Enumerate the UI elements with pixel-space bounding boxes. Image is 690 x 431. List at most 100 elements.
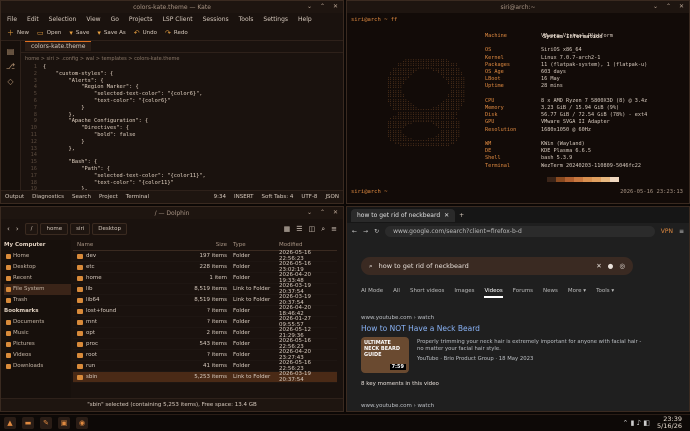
minimize-icon[interactable]: ⌄: [652, 3, 659, 10]
result-site-url-2[interactable]: www.youtube.com › watch: [361, 403, 434, 409]
bookmark-videos[interactable]: Videos: [4, 350, 71, 361]
places-item-desktop[interactable]: Desktop: [4, 262, 71, 273]
status-item[interactable]: Soft Tabs: 4: [262, 194, 294, 200]
clock[interactable]: 23:39 5/16/26: [657, 416, 682, 430]
task-dolphin-icon[interactable]: ▣: [58, 417, 70, 429]
menu-item-projects[interactable]: Projects: [129, 16, 153, 23]
minimize-icon[interactable]: ⌄: [306, 3, 313, 10]
terminal-prompt-2[interactable]: siri@arch ~: [351, 189, 387, 195]
app-launcher-icon[interactable]: ▲: [4, 417, 16, 429]
column-header[interactable]: Modified: [279, 242, 337, 248]
status-item[interactable]: 9:34: [214, 194, 226, 200]
tab-search[interactable]: how to get rid of neckbeard ✕: [351, 208, 456, 222]
url-bar[interactable]: www.google.com/search?client=firefox-b-d: [385, 225, 655, 237]
status-item[interactable]: INSERT: [234, 194, 253, 200]
close-icon[interactable]: ✕: [332, 3, 339, 10]
lens-icon[interactable]: ◎: [619, 262, 625, 270]
tab-colors-kate[interactable]: colors-kate.theme: [21, 41, 343, 53]
menu-item-go[interactable]: Go: [111, 16, 119, 23]
mic-icon[interactable]: ●: [608, 262, 614, 270]
breadcrumb-1[interactable]: home: [40, 223, 69, 235]
task-terminal-icon[interactable]: ▬: [22, 417, 34, 429]
view-list-icon[interactable]: ☰: [296, 225, 302, 233]
toolbar-redo-button[interactable]: ↷ Redo: [165, 29, 188, 37]
menu-item-file[interactable]: File: [7, 16, 17, 23]
status-item[interactable]: Search: [72, 194, 91, 200]
search-tab-2[interactable]: Short videos: [410, 288, 444, 298]
column-header[interactable]: Name: [73, 242, 193, 248]
close-icon[interactable]: ✕: [332, 209, 339, 216]
back-icon[interactable]: ‹: [7, 225, 10, 233]
task-kate-icon[interactable]: ✎: [40, 417, 52, 429]
new-tab-icon[interactable]: +: [459, 212, 464, 219]
search-icon[interactable]: ⌕: [321, 225, 325, 234]
menu-item-settings[interactable]: Settings: [263, 16, 288, 23]
task-browser-icon[interactable]: ◉: [76, 417, 88, 429]
search-tab-1[interactable]: All: [393, 288, 400, 298]
toolbar-save-button[interactable]: ▾ Save: [69, 29, 89, 37]
status-item[interactable]: Project: [99, 194, 118, 200]
search-tab-7[interactable]: More ▾: [568, 288, 586, 298]
search-tab-5[interactable]: Forums: [513, 288, 533, 298]
projects-icon[interactable]: ◇: [1, 77, 20, 86]
maximize-icon[interactable]: ⌃: [319, 209, 326, 216]
close-icon[interactable]: ✕: [678, 3, 685, 10]
documents-icon[interactable]: ▤: [1, 47, 20, 56]
menu-item-selection[interactable]: Selection: [49, 16, 77, 23]
bookmark-downloads[interactable]: Downloads: [4, 361, 71, 372]
tab-title[interactable]: how to get rid of neckbeard: [357, 212, 440, 219]
close-icon[interactable]: ✕: [444, 212, 449, 219]
search-tab-6[interactable]: News: [543, 288, 558, 298]
tray-icons[interactable]: ⌃ ▮ ♪ ◧: [623, 419, 650, 427]
status-item[interactable]: JSON: [325, 194, 339, 200]
column-header[interactable]: Type: [233, 242, 279, 248]
column-header[interactable]: Size: [193, 242, 233, 248]
search-tab-4[interactable]: Videos: [484, 288, 503, 298]
result-site-2[interactable]: www.youtube.com › watch: [361, 403, 434, 409]
toolbar-new-button[interactable]: ＋ New: [7, 28, 29, 38]
forward-icon[interactable]: →: [363, 228, 368, 235]
search-input[interactable]: how to get rid of neckbeard: [379, 262, 591, 270]
back-icon[interactable]: ←: [352, 228, 357, 235]
bookmark-pictures[interactable]: Pictures: [4, 339, 71, 350]
toolbar-open-button[interactable]: ▭ Open: [37, 29, 61, 37]
reload-icon[interactable]: ↻: [374, 228, 379, 235]
breadcrumb[interactable]: home > siri > .config > wal > templates …: [21, 54, 343, 64]
places-item-recent[interactable]: Recent: [4, 273, 71, 284]
bookmark-music[interactable]: Music: [4, 328, 71, 339]
maximize-icon[interactable]: ⌃: [319, 3, 326, 10]
menu-icon[interactable]: ≡: [679, 228, 684, 235]
code-editor[interactable]: 1{2 "custom-styles": {3 "Alerts": {4 "Re…: [21, 64, 339, 190]
menu-item-help[interactable]: Help: [298, 16, 312, 23]
menu-item-sessions[interactable]: Sessions: [203, 16, 229, 23]
breadcrumb-0[interactable]: /: [24, 223, 39, 235]
maximize-icon[interactable]: ⌃: [665, 3, 672, 10]
menu-item-edit[interactable]: Edit: [27, 16, 39, 23]
video-thumbnail[interactable]: ULTIMATE NECK BEARD GUIDE 7:59: [361, 337, 409, 373]
places-item-home[interactable]: Home: [4, 251, 71, 262]
result-title-link[interactable]: How to NOT Have a Neck Beard: [361, 324, 480, 333]
search-tab-0[interactable]: AI Mode: [361, 288, 383, 298]
clear-icon[interactable]: ✕: [596, 262, 601, 270]
menu-item-tools[interactable]: Tools: [239, 16, 254, 23]
search-tab-8[interactable]: Tools ▾: [596, 288, 614, 298]
places-item-trash[interactable]: Trash: [4, 295, 71, 306]
status-item[interactable]: Diagnostics: [32, 194, 64, 200]
vpn-badge[interactable]: VPN: [661, 228, 673, 235]
toolbar-undo-button[interactable]: ↶ Undo: [134, 29, 157, 37]
places-item-file-system[interactable]: File System: [4, 284, 71, 295]
menu-item-lsp-client[interactable]: LSP Client: [163, 16, 193, 23]
result-title[interactable]: How to NOT Have a Neck Beard: [361, 324, 480, 333]
menu-icon[interactable]: ≡: [331, 225, 337, 233]
toolbar-save-as-button[interactable]: ▾ Save As: [97, 29, 125, 37]
search-tab-3[interactable]: Images: [454, 288, 474, 298]
git-icon[interactable]: ⎇: [1, 62, 20, 71]
breadcrumb-3[interactable]: Desktop: [92, 223, 127, 235]
forward-icon[interactable]: ›: [16, 225, 19, 233]
menu-item-view[interactable]: View: [86, 16, 100, 23]
minimize-icon[interactable]: ⌄: [306, 209, 313, 216]
key-moments[interactable]: 8 key moments in this video: [361, 381, 439, 387]
terminal-window[interactable]: siri@arch:~ ⌄ ⌃ ✕ siri@arch ~ ff System In…: [346, 0, 690, 204]
bookmark-documents[interactable]: Documents: [4, 317, 71, 328]
result-site-url[interactable]: www.youtube.com › watch: [361, 315, 434, 321]
